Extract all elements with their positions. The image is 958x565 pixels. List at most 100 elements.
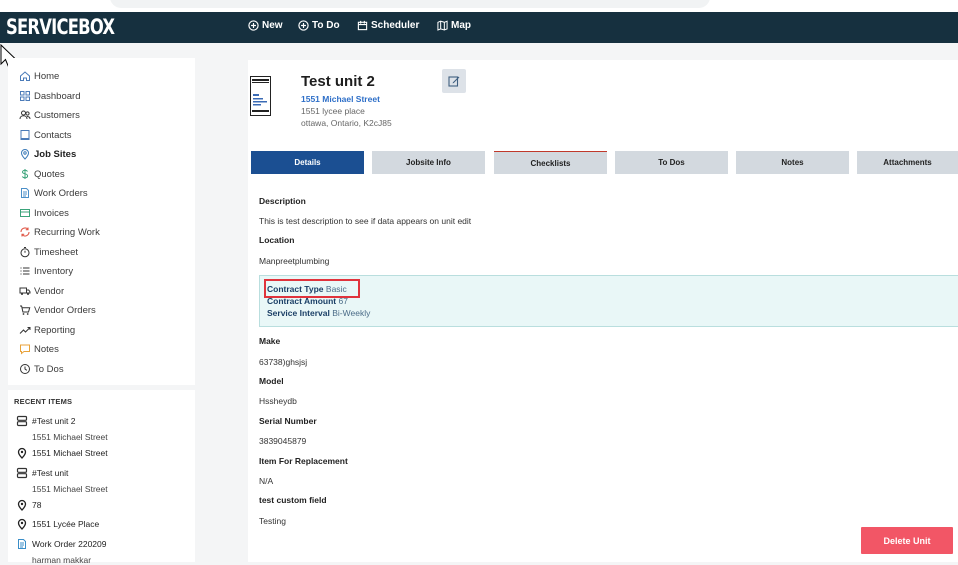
model-label: Model xyxy=(259,376,284,386)
unit-icon xyxy=(16,467,28,479)
sidebar-item-home[interactable]: Home xyxy=(19,68,59,84)
nav-todo-button[interactable]: To Do xyxy=(298,20,340,31)
sidebar-item-label: Vendor Orders xyxy=(34,304,96,316)
list-icon xyxy=(20,267,30,275)
address-bar[interactable] xyxy=(110,0,710,8)
delete-unit-button[interactable]: Delete Unit xyxy=(861,527,953,554)
sidebar-item-label: Job Sites xyxy=(34,148,77,160)
sidebar-item-inventory[interactable]: Inventory xyxy=(19,263,73,279)
plus-circle-icon xyxy=(298,20,309,31)
location-pin-icon xyxy=(20,149,30,160)
note-icon xyxy=(20,344,30,355)
description-value: This is test description to see if data … xyxy=(259,216,472,226)
tab-details[interactable]: Details xyxy=(251,151,364,174)
service-interval-label: Service Interval xyxy=(267,308,330,318)
document-icon xyxy=(21,188,29,198)
map-icon xyxy=(437,20,448,31)
sidebar-item-reporting[interactable]: Reporting xyxy=(19,322,75,338)
make-value: 63738)ghsjsj xyxy=(259,357,308,367)
sidebar-item-to-dos[interactable]: To Dos xyxy=(19,361,64,377)
sidebar-item-recurring-work[interactable]: Recurring Work xyxy=(19,224,100,240)
sidebar-item-label: Reporting xyxy=(34,324,76,336)
sidebar-item-vendor[interactable]: Vendor xyxy=(19,283,64,299)
recent-item-subtitle: 1551 Michael Street xyxy=(32,432,108,442)
service-interval-value: Bi-Weekly xyxy=(332,308,371,318)
clock-icon xyxy=(20,364,30,374)
service-interval-row: Service Interval Bi-Weekly xyxy=(267,308,370,318)
location-label: Location xyxy=(259,235,295,245)
truck-icon xyxy=(19,287,31,295)
sidebar-item-contacts[interactable]: Contacts xyxy=(19,127,72,143)
sidebar-item-customers[interactable]: Customers xyxy=(19,107,80,123)
home-icon xyxy=(20,71,30,81)
unit-address-link[interactable]: 1551 Michael Street xyxy=(301,94,380,104)
trend-icon xyxy=(19,327,31,334)
sidebar-item-quotes[interactable]: Quotes xyxy=(19,166,65,182)
customers-icon xyxy=(19,110,31,120)
location-value: Manpreetplumbing xyxy=(259,256,330,266)
nav-todo-label: To Do xyxy=(312,20,340,31)
sidebar-item-work-orders[interactable]: Work Orders xyxy=(19,185,88,201)
recent-item[interactable]: #Test unit 2 xyxy=(16,415,75,427)
edit-icon xyxy=(448,76,460,87)
sidebar-item-label: Timesheet xyxy=(34,246,78,258)
make-label: Make xyxy=(259,336,281,346)
nav-new-label: New xyxy=(262,20,283,31)
tab-todos[interactable]: To Dos xyxy=(615,151,728,174)
contract-type-highlight xyxy=(264,279,360,298)
tab-attachments[interactable]: Attachments xyxy=(857,151,958,174)
sidebar-item-label: Customers xyxy=(34,109,80,121)
recent-items-title: RECENT ITEMS xyxy=(14,397,73,406)
sidebar-item-invoices[interactable]: Invoices xyxy=(19,205,69,221)
document-icon xyxy=(18,539,26,549)
sidebar-item-label: Invoices xyxy=(34,207,69,219)
tab-checklists[interactable]: Checklists xyxy=(494,151,607,174)
sidebar-item-label: To Dos xyxy=(34,363,64,375)
recent-item[interactable]: #Test unit xyxy=(16,467,68,479)
recent-item-label: 1551 Lycée Place xyxy=(32,519,100,529)
sidebar-item-label: Contacts xyxy=(34,129,72,141)
location-pin-icon xyxy=(17,499,27,511)
location-pin-icon xyxy=(17,447,27,459)
dashboard-icon xyxy=(20,91,30,101)
edit-unit-button[interactable] xyxy=(442,69,466,93)
sidebar-item-notes[interactable]: Notes xyxy=(19,341,59,357)
unit-icon xyxy=(16,415,28,427)
custom-field-label: test custom field xyxy=(259,495,327,505)
stopwatch-icon xyxy=(20,247,30,258)
recent-item[interactable]: Work Order 220209 xyxy=(16,538,107,550)
browser-chrome xyxy=(0,0,958,12)
invoice-icon xyxy=(20,209,30,217)
recent-item[interactable]: 1551 Michael Street xyxy=(16,447,108,459)
serial-number-label: Serial Number xyxy=(259,416,317,426)
tab-notes[interactable]: Notes xyxy=(736,151,849,174)
nav-scheduler-button[interactable]: Scheduler xyxy=(357,20,419,31)
nav-map-button[interactable]: Map xyxy=(437,20,471,31)
recurring-icon xyxy=(20,227,30,237)
sidebar-item-label: Work Orders xyxy=(34,187,88,199)
page-title: Test unit 2 xyxy=(301,73,375,90)
tab-jobsite-info[interactable]: Jobsite Info xyxy=(372,151,485,174)
replacement-label: Item For Replacement xyxy=(259,456,348,466)
plus-circle-icon xyxy=(248,20,259,31)
recent-item-subtitle: 1551 Michael Street xyxy=(32,484,108,494)
sidebar-item-label: Vendor xyxy=(34,285,65,297)
recent-item-label: #Test unit 2 xyxy=(32,416,76,426)
nav-new-button[interactable]: New xyxy=(248,20,283,31)
unit-address-line2: ottawa, Ontario, K2cJ85 xyxy=(301,118,392,128)
description-label: Description xyxy=(259,196,306,206)
model-value: Hssheydb xyxy=(259,396,297,406)
sidebar-item-label: Recurring Work xyxy=(34,226,100,238)
unit-address-line1: 1551 lycee place xyxy=(301,106,365,116)
recent-item[interactable]: 78 xyxy=(16,499,41,511)
sidebar-item-dashboard[interactable]: Dashboard xyxy=(19,88,80,104)
location-pin-icon xyxy=(17,518,27,530)
app-logo[interactable]: SERVICEBOX xyxy=(6,15,115,39)
sidebar-item-timesheet[interactable]: Timesheet xyxy=(19,244,78,260)
sidebar-item-vendor-orders[interactable]: Vendor Orders xyxy=(19,302,96,318)
sidebar-item-job-sites[interactable]: Job Sites xyxy=(19,146,76,162)
serial-number-value: 3839045879 xyxy=(259,436,307,446)
calendar-icon xyxy=(357,20,368,31)
contacts-icon xyxy=(20,130,30,140)
recent-item[interactable]: 1551 Lycée Place xyxy=(16,518,99,530)
